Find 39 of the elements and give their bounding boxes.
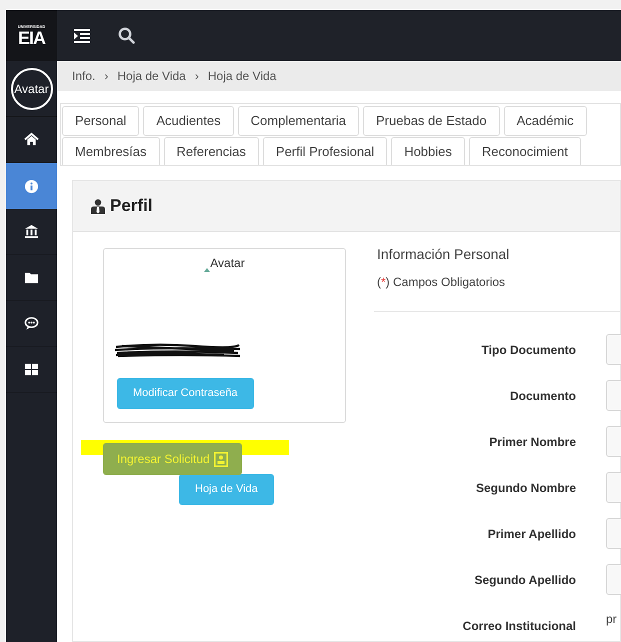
tab[interactable]: Membresías	[62, 137, 160, 165]
id-card-icon	[214, 452, 228, 466]
section-title: Información Personal	[377, 245, 510, 264]
field-label: Correo Institucional	[462, 618, 576, 634]
field-label: Documento	[509, 388, 576, 404]
tab[interactable]: Reconocimient	[468, 137, 581, 165]
broken-image-icon	[204, 266, 210, 272]
user-avatar[interactable]: Avatar	[10, 68, 52, 110]
tab[interactable]: Personal	[62, 106, 140, 136]
user-tie-icon	[91, 198, 105, 214]
field-label: Tipo Documento	[480, 342, 576, 358]
required-note: (*) Campos Obligatorios	[377, 274, 506, 291]
field-label: Segundo Apellido	[473, 572, 576, 588]
tab[interactable]: Referencias	[164, 137, 259, 165]
breadcrumb-separator: ›	[104, 68, 108, 85]
home-icon	[24, 132, 39, 147]
tab[interactable]: Complementaria	[238, 106, 360, 136]
bank-icon	[24, 224, 39, 239]
field-label: Primer Nombre	[488, 434, 576, 450]
tab[interactable]: Hobbies	[391, 137, 465, 165]
tab[interactable]: Acudientes	[143, 106, 234, 136]
field-value: pr	[606, 611, 617, 628]
breadcrumb-link[interactable]: Hoja de Vida	[208, 67, 276, 85]
info-icon	[24, 178, 39, 194]
field-label: Primer Apellido	[486, 526, 576, 542]
folder-icon	[24, 270, 39, 285]
search-icon[interactable]	[118, 27, 135, 44]
tab[interactable]: Perfil Profesional	[262, 137, 388, 165]
breadcrumb-separator: ›	[194, 68, 199, 85]
tab[interactable]: Pruebas de Estado	[363, 106, 500, 136]
breadcrumb-link[interactable]: Hoja de Vida	[117, 67, 186, 85]
card-title: Perfil	[110, 195, 153, 218]
grid-icon	[24, 362, 39, 377]
chat-icon	[24, 316, 39, 331]
menu-icon[interactable]	[74, 28, 90, 42]
avatar-alt-text: Avatar	[210, 255, 245, 272]
field-label: Segundo Nombre	[474, 480, 576, 496]
breadcrumb-link[interactable]: Info.	[72, 67, 96, 85]
tab[interactable]: Académic	[504, 106, 587, 136]
